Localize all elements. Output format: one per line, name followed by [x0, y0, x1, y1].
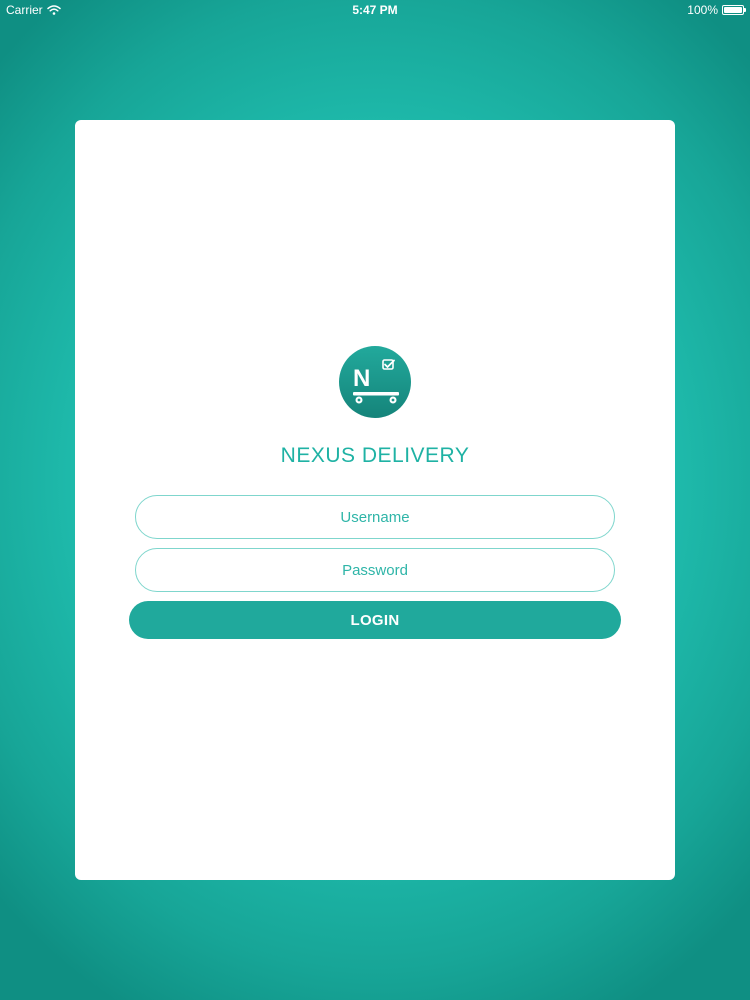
login-card: N NEXUS DELIVERY LOGIN — [75, 120, 675, 880]
password-input[interactable] — [135, 548, 615, 592]
status-right: 100% — [687, 3, 746, 17]
login-button[interactable]: LOGIN — [129, 601, 621, 639]
battery-percent: 100% — [687, 3, 718, 17]
logo-letter: N — [353, 365, 370, 392]
battery-fill — [724, 7, 742, 13]
username-input[interactable] — [135, 495, 615, 539]
app-logo: N — [339, 346, 411, 418]
status-time: 5:47 PM — [352, 3, 398, 17]
app-title: NEXUS DELIVERY — [280, 444, 470, 467]
status-bar: Carrier 5:47 PM 100% — [0, 0, 750, 20]
battery-icon — [722, 5, 746, 15]
